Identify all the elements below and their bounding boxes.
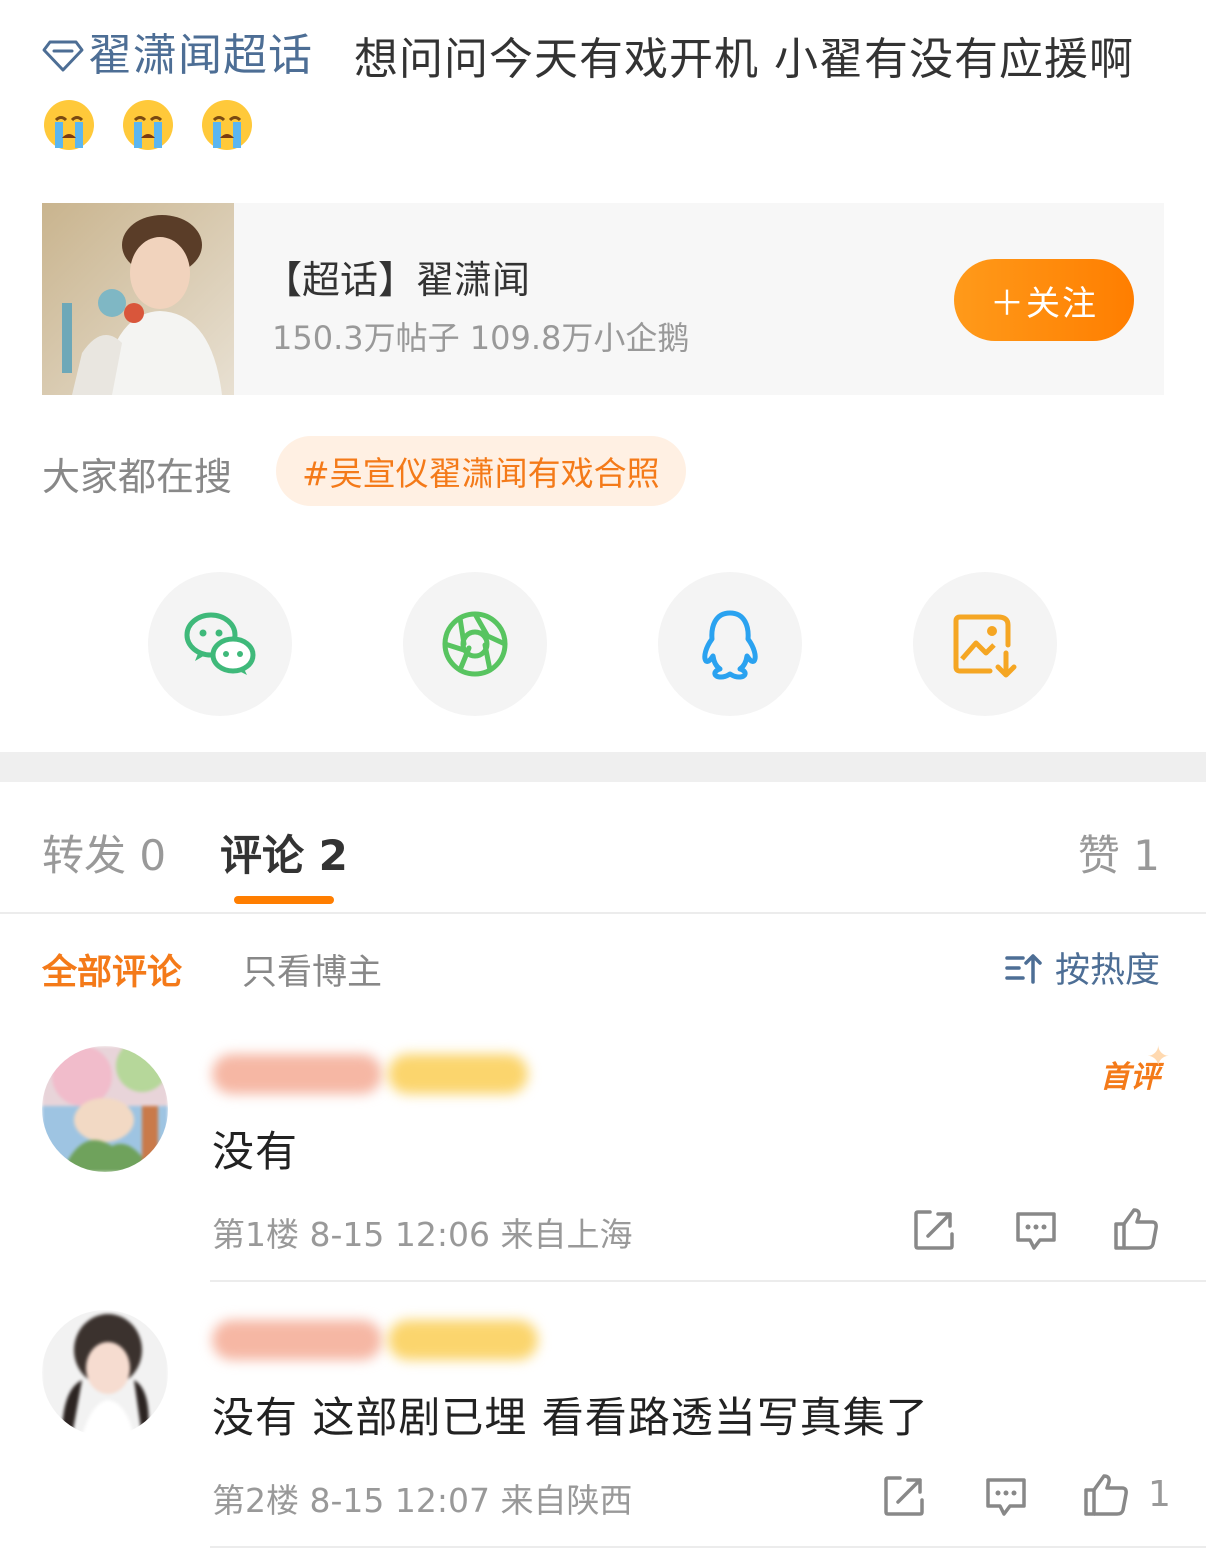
post-text: 翟潇闻超话 想问问今天有戏开机 小翟有没有应援啊 [42, 22, 1172, 162]
avatar[interactable] [42, 1310, 168, 1436]
supertopic-thumbnail [42, 203, 234, 395]
tab-comments[interactable]: 评论 2 [220, 822, 348, 883]
filter-blogger-only[interactable]: 只看博主 [242, 944, 382, 995]
filter-all-comments[interactable]: 全部评论 [42, 944, 182, 995]
thumbs-up-icon [1082, 1470, 1130, 1518]
share-wechat-button[interactable] [148, 572, 292, 716]
follow-button[interactable]: ＋关注 [954, 259, 1134, 341]
commenter-badge [388, 1320, 538, 1360]
sort-icon [1005, 953, 1042, 984]
comment-divider [210, 1280, 1206, 1282]
share-icon [914, 1210, 954, 1250]
supertopic-link-label[interactable]: 翟潇闻超话 [88, 22, 313, 90]
comment-divider [210, 1546, 1206, 1548]
comment-text: 没有 [212, 1127, 299, 1176]
like-button[interactable]: 1 [1082, 1470, 1171, 1518]
commenter-name[interactable] [212, 1054, 382, 1094]
thumbs-up-icon [1114, 1208, 1158, 1250]
qq-icon [702, 610, 758, 680]
like-count: 1 [1148, 1473, 1171, 1515]
share-comment-button[interactable] [910, 1206, 958, 1254]
share-comment-button[interactable] [880, 1472, 928, 1520]
first-comment-badge: 首评 ✦ [1100, 1040, 1170, 1095]
post-body: 想问问今天有戏开机 小翟有没有应援啊 [354, 34, 1134, 85]
crying-emoji-icon [123, 100, 173, 150]
share-qq-button[interactable] [658, 572, 802, 716]
commenter-badge [388, 1054, 528, 1094]
tabs-divider [0, 912, 1206, 914]
supertopic-stats: 150.3万帖子 109.8万小企鹅 [272, 319, 690, 357]
moments-icon [442, 611, 508, 677]
hot-search-tag[interactable]: #吴宣仪翟潇闻有戏合照 [276, 436, 686, 506]
wechat-icon [184, 612, 256, 675]
commenter-name[interactable] [212, 1320, 382, 1360]
supertopic-title[interactable]: 【超话】翟潇闻 [264, 249, 530, 304]
diamond-icon [42, 40, 84, 72]
comment-icon [1016, 1212, 1056, 1250]
comment-meta: 第2楼 8-15 12:07 来自陕西 [212, 1481, 633, 1520]
tab-repost[interactable]: 转发 0 [42, 822, 166, 883]
active-tab-indicator [234, 896, 334, 904]
share-icon [884, 1476, 924, 1516]
like-button[interactable] [1112, 1204, 1160, 1252]
hot-search-label: 大家都在搜 [42, 455, 233, 499]
crying-emoji-icon [44, 100, 94, 150]
reply-button[interactable] [1012, 1206, 1060, 1254]
save-image-button[interactable] [913, 572, 1057, 716]
comment-icon [986, 1478, 1026, 1516]
crying-emoji-icon [202, 100, 252, 150]
sort-by-hot-button[interactable]: 按热度 [1003, 942, 1160, 993]
comment-text: 没有 这部剧已埋 看看路透当写真集了 [212, 1393, 929, 1442]
save-image-icon [953, 614, 1017, 678]
sort-label[interactable]: 按热度 [1055, 942, 1160, 993]
reply-button[interactable] [982, 1472, 1030, 1520]
supertopic-link[interactable]: 翟潇闻超话 [42, 22, 313, 90]
comment-meta: 第1楼 8-15 12:06 来自上海 [212, 1215, 633, 1254]
share-moments-button[interactable] [403, 572, 547, 716]
tab-likes[interactable]: 赞 1 [1078, 822, 1160, 883]
supertopic-card[interactable]: 【超话】翟潇闻 150.3万帖子 109.8万小企鹅 ＋关注 [42, 203, 1164, 395]
avatar[interactable] [42, 1046, 168, 1172]
sparkle-icon: ✦ [1146, 1040, 1170, 1073]
section-divider [0, 752, 1206, 782]
